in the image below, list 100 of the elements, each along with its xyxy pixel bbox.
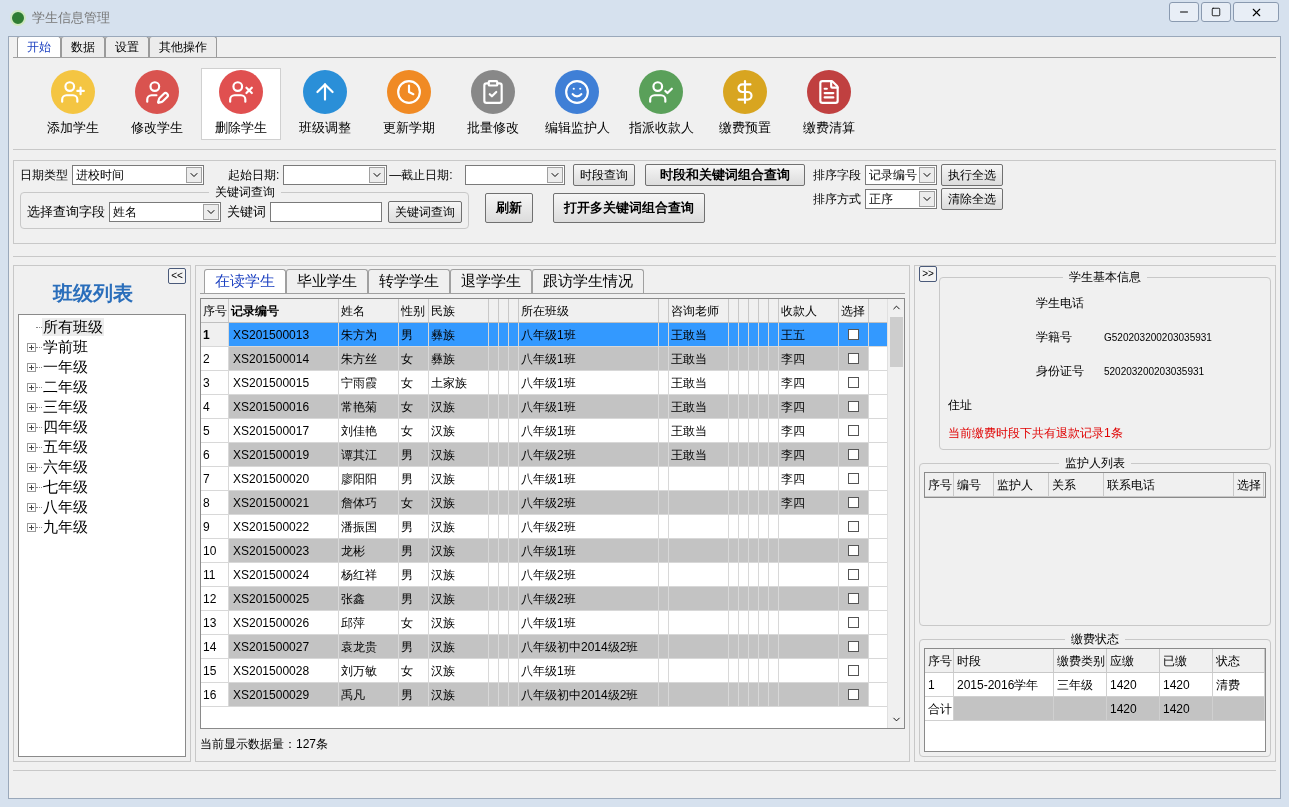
ribbon-tab[interactable]: 数据 xyxy=(61,37,105,57)
toolbar-button[interactable]: 缴费清算 xyxy=(789,67,869,140)
column-header[interactable]: 序号 xyxy=(928,651,952,670)
checkbox[interactable] xyxy=(848,665,859,676)
tree-item[interactable]: 三年级 xyxy=(42,398,89,416)
checkbox[interactable] xyxy=(848,593,859,604)
table-row[interactable]: 1 XS201500013 朱方为 男 彝族 八年级1班 王敢当 王五 xyxy=(201,323,887,347)
button[interactable]: 清除全选 xyxy=(940,188,1003,210)
tab[interactable]: 退学学生 xyxy=(450,269,532,293)
expand-icon[interactable] xyxy=(27,342,36,352)
tab[interactable]: 毕业学生 xyxy=(286,269,368,293)
button[interactable]: 关键词查询 xyxy=(388,201,462,223)
button[interactable]: 刷新 xyxy=(485,192,533,223)
ribbon-tab[interactable]: 开始 xyxy=(17,37,61,57)
date-picker[interactable] xyxy=(283,165,388,185)
column-header[interactable]: 序号 xyxy=(201,299,229,322)
column-header[interactable]: 缴费类别 xyxy=(1057,651,1105,670)
expand-icon[interactable] xyxy=(27,462,36,472)
toolbar-button[interactable]: 删除学生 xyxy=(201,67,281,140)
column-header[interactable]: 序号 xyxy=(928,475,952,494)
table-row[interactable]: 3 XS201500015 宁雨霞 女 土家族 八年级1班 王敢当 李四 xyxy=(201,371,887,395)
column-header[interactable]: 时段 xyxy=(957,651,981,670)
button[interactable]: 打开多关键词组合查询 xyxy=(553,192,705,223)
column-header[interactable]: 性别 xyxy=(399,299,429,322)
toolbar-button[interactable]: 更新学期 xyxy=(369,67,449,140)
toolbar-button[interactable]: 缴费预置 xyxy=(705,67,785,140)
toolbar-button[interactable]: 编辑监护人 xyxy=(537,67,617,140)
table-row[interactable]: 9 XS201500022 潘振国 男 汉族 八年级2班 xyxy=(201,515,887,539)
button[interactable]: 时段查询 xyxy=(572,164,635,186)
column-header[interactable]: 所在班级 xyxy=(519,299,659,322)
ribbon-tab[interactable]: 其他操作 xyxy=(149,37,217,57)
column-header[interactable]: 民族 xyxy=(429,299,489,322)
scroll-thumb[interactable] xyxy=(889,317,903,367)
table-row[interactable]: 12 XS201500025 张鑫 男 汉族 八年级2班 xyxy=(201,587,887,611)
tree-item[interactable]: 学前班 xyxy=(42,338,89,356)
checkbox[interactable] xyxy=(848,689,859,700)
close-button[interactable] xyxy=(1233,2,1279,22)
tab[interactable]: 在读学生 xyxy=(204,269,286,293)
date-picker[interactable] xyxy=(464,165,565,185)
checkbox[interactable] xyxy=(848,449,859,460)
tree-item[interactable]: 八年级 xyxy=(42,498,89,516)
expand-icon[interactable] xyxy=(27,522,36,532)
toolbar-button[interactable]: 修改学生 xyxy=(117,67,197,140)
table-row[interactable]: 16 XS201500029 禹凡 男 汉族 八年级初中2014级2班 xyxy=(201,683,887,707)
toolbar-button[interactable]: 班级调整 xyxy=(285,67,365,140)
table-row[interactable]: 10 XS201500023 龙彬 男 汉族 八年级1班 xyxy=(201,539,887,563)
tree-item[interactable]: 二年级 xyxy=(42,378,89,396)
checkbox[interactable] xyxy=(848,617,859,628)
expand-icon[interactable] xyxy=(27,382,36,392)
table-row[interactable]: 15 XS201500028 刘万敏 女 汉族 八年级1班 xyxy=(201,659,887,683)
field-dropdown[interactable]: 姓名 xyxy=(109,202,221,222)
button[interactable]: 时段和关键词组合查询 xyxy=(644,164,805,186)
tab[interactable]: 转学学生 xyxy=(368,269,450,293)
column-header[interactable]: 选择 xyxy=(1237,475,1261,494)
checkbox[interactable] xyxy=(848,425,859,436)
checkbox[interactable] xyxy=(848,521,859,532)
keyword-field[interactable] xyxy=(270,202,382,222)
table-row[interactable]: 7 XS201500020 廖阳阳 男 汉族 八年级1班 李四 xyxy=(201,467,887,491)
sort-order-dropdown[interactable]: 正序 xyxy=(864,189,937,209)
column-header[interactable]: 选择 xyxy=(839,299,869,322)
expand-button[interactable]: >> xyxy=(919,266,937,282)
checkbox[interactable] xyxy=(848,473,859,484)
column-header[interactable]: 姓名 xyxy=(339,299,399,322)
tree-item[interactable]: 五年级 xyxy=(42,438,89,456)
checkbox[interactable] xyxy=(848,377,859,388)
checkbox[interactable] xyxy=(848,401,859,412)
checkbox[interactable] xyxy=(848,497,859,508)
sort-field-dropdown[interactable]: 记录编号 xyxy=(864,165,937,185)
column-header[interactable]: 已缴 xyxy=(1163,651,1187,670)
table-row[interactable]: 11 XS201500024 杨红祥 男 汉族 八年级2班 xyxy=(201,563,887,587)
expand-icon[interactable] xyxy=(27,482,36,492)
table-row[interactable]: 13 XS201500026 邱萍 女 汉族 八年级1班 xyxy=(201,611,887,635)
tree-item[interactable]: 一年级 xyxy=(42,358,89,376)
column-header[interactable]: 记录编号 xyxy=(229,299,339,322)
table-row[interactable]: 6 XS201500019 谭其江 男 汉族 八年级2班 王敢当 李四 xyxy=(201,443,887,467)
expand-icon[interactable] xyxy=(27,402,36,412)
tab[interactable]: 跟访学生情况 xyxy=(532,269,644,293)
scrollbar[interactable] xyxy=(887,299,904,728)
table-row[interactable]: 4 XS201500016 常艳菊 女 汉族 八年级1班 王敢当 李四 xyxy=(201,395,887,419)
column-header[interactable]: 收款人 xyxy=(779,299,839,322)
column-header[interactable]: 联系电话 xyxy=(1107,475,1155,494)
checkbox[interactable] xyxy=(848,569,859,580)
tree-item[interactable]: 四年级 xyxy=(42,418,89,436)
date-type-dropdown[interactable]: 进校时间 xyxy=(72,165,204,185)
expand-icon[interactable] xyxy=(27,422,36,432)
toolbar-button[interactable]: 添加学生 xyxy=(33,67,113,140)
column-header[interactable]: 监护人 xyxy=(997,475,1033,494)
toolbar-button[interactable]: 批量修改 xyxy=(453,67,533,140)
tree-item[interactable]: 六年级 xyxy=(42,458,89,476)
column-header[interactable]: 编号 xyxy=(957,475,981,494)
checkbox[interactable] xyxy=(848,353,859,364)
column-header[interactable]: 状态 xyxy=(1216,651,1240,670)
maximize-button[interactable] xyxy=(1201,2,1231,22)
expand-icon[interactable] xyxy=(27,362,36,372)
tree-item[interactable]: 七年级 xyxy=(42,478,89,496)
button[interactable]: 执行全选 xyxy=(940,164,1003,186)
collapse-button[interactable]: << xyxy=(168,268,186,284)
toolbar-button[interactable]: 指派收款人 xyxy=(621,67,701,140)
expand-icon[interactable] xyxy=(27,502,36,512)
tree-item[interactable]: 九年级 xyxy=(42,518,89,536)
